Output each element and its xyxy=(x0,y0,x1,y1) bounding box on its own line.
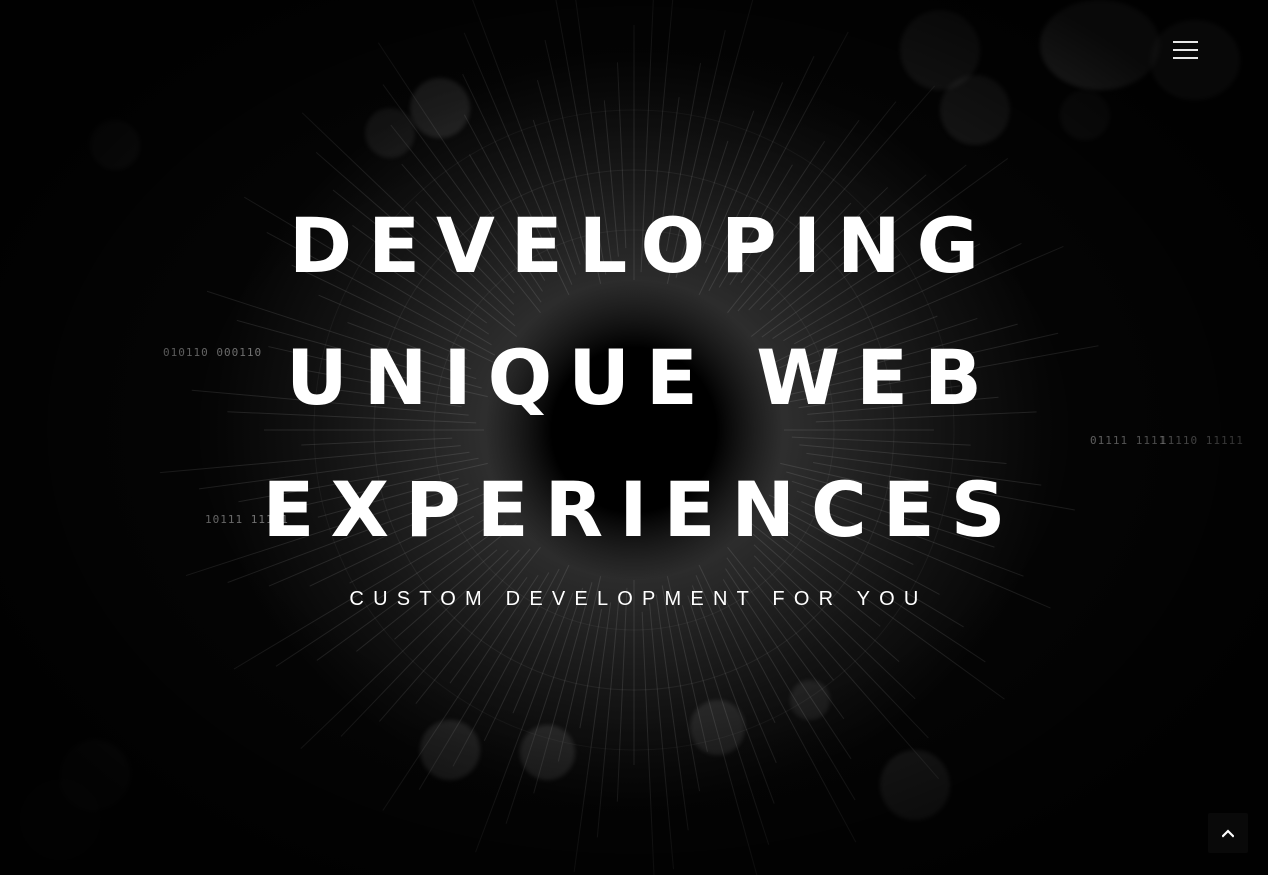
iris-ray xyxy=(573,602,612,873)
iris-ray xyxy=(512,597,563,714)
bokeh-light xyxy=(520,725,575,780)
hamburger-menu-icon[interactable] xyxy=(1173,40,1198,60)
back-to-top-button[interactable] xyxy=(1208,813,1248,853)
menu-line xyxy=(1173,57,1198,59)
headline-line-3: EXPERIENCES xyxy=(262,465,1022,554)
bokeh-light xyxy=(410,78,470,138)
menu-line xyxy=(1173,49,1198,51)
headline-line-2: UNIQUE WEB xyxy=(286,333,998,422)
bokeh-light xyxy=(420,720,480,780)
bokeh-light xyxy=(20,780,100,860)
headline-line-1: DEVELOPING xyxy=(288,201,996,290)
hero-section: 010110 000110 10111 11101 11110 11111 01… xyxy=(0,0,1268,875)
hero-headline: DEVELOPING UNIQUE WEB EXPERIENCES xyxy=(0,180,1268,576)
bokeh-light xyxy=(940,75,1010,145)
iris-ray xyxy=(596,595,620,838)
iris-ray xyxy=(475,592,574,853)
hero-subtitle: CUSTOM DEVELOPMENT FOR YOU xyxy=(349,588,928,610)
bokeh-light xyxy=(365,108,415,158)
bokeh-light xyxy=(790,680,830,720)
bokeh-light xyxy=(1040,0,1160,90)
iris-ray xyxy=(616,587,628,802)
bokeh-light xyxy=(880,750,950,820)
iris-ray xyxy=(655,594,689,831)
menu-line xyxy=(1173,41,1198,43)
bokeh-light xyxy=(1060,90,1110,140)
iris-ray xyxy=(753,555,929,739)
iris-ray xyxy=(649,603,675,870)
bokeh-light xyxy=(690,700,745,755)
bokeh-light xyxy=(90,120,140,170)
chevron-up-icon xyxy=(1222,829,1234,838)
bokeh-light xyxy=(1150,20,1240,100)
